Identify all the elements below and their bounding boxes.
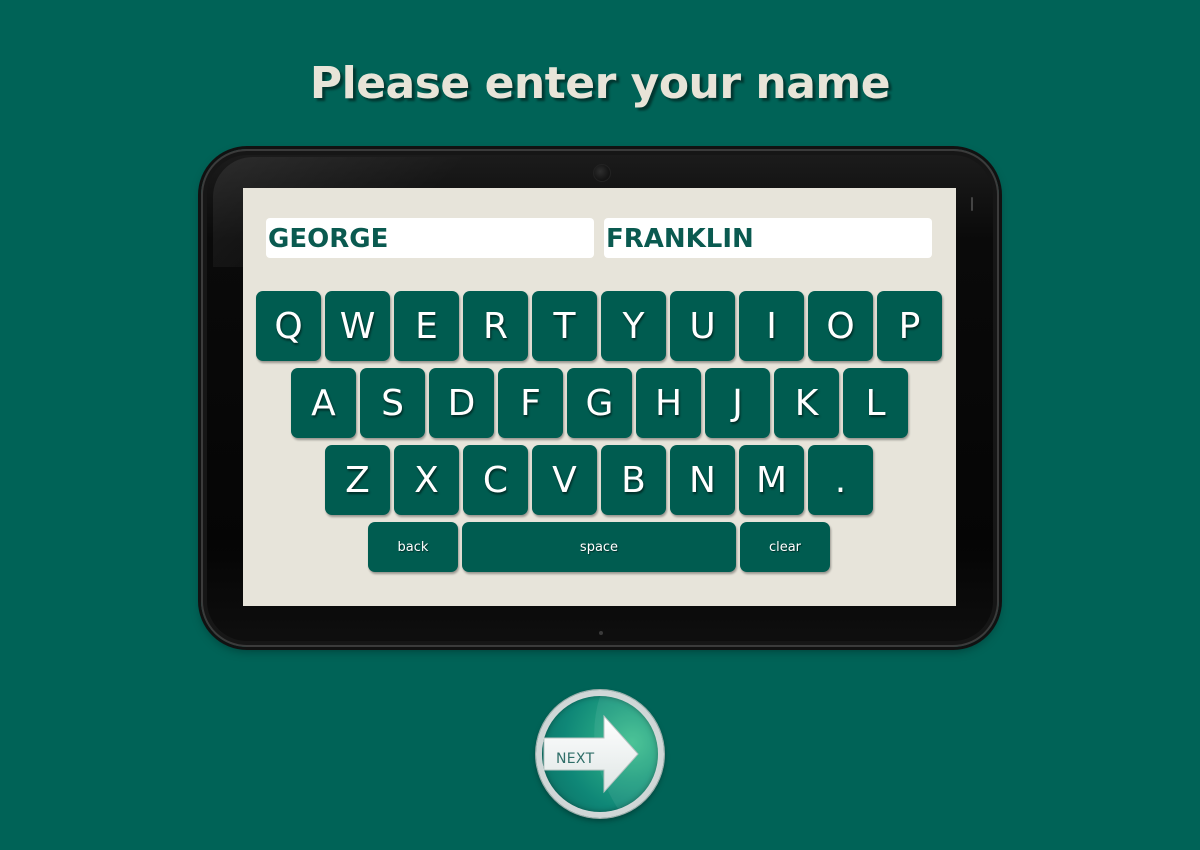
- key-w[interactable]: W: [325, 291, 390, 361]
- tablet-sensor-dot: [599, 631, 603, 635]
- key-a[interactable]: A: [291, 368, 356, 438]
- key-e[interactable]: E: [394, 291, 459, 361]
- key-p[interactable]: P: [877, 291, 942, 361]
- key-q[interactable]: Q: [256, 291, 321, 361]
- key-b[interactable]: B: [601, 445, 666, 515]
- key-n[interactable]: N: [670, 445, 735, 515]
- page-title: Please enter your name: [309, 58, 891, 109]
- key-x[interactable]: X: [394, 445, 459, 515]
- last-name-field[interactable]: [604, 218, 932, 258]
- key-y[interactable]: Y: [601, 291, 666, 361]
- key-t[interactable]: T: [532, 291, 597, 361]
- key-u[interactable]: U: [670, 291, 735, 361]
- next-label: NEXT: [556, 751, 595, 767]
- key-g[interactable]: G: [567, 368, 632, 438]
- key-f[interactable]: F: [498, 368, 563, 438]
- tablet-side-button: [971, 197, 973, 211]
- first-name-field[interactable]: [266, 218, 594, 258]
- key-s[interactable]: S: [360, 368, 425, 438]
- clear-button[interactable]: clear: [740, 522, 830, 572]
- key-v[interactable]: V: [532, 445, 597, 515]
- key-m[interactable]: M: [739, 445, 804, 515]
- tablet-screen: Q W E R T Y U I O P A S D F G H J K L Z …: [243, 188, 956, 606]
- key-h[interactable]: H: [636, 368, 701, 438]
- camera-icon: [593, 164, 611, 182]
- key-r[interactable]: R: [463, 291, 528, 361]
- key-j[interactable]: J: [705, 368, 770, 438]
- key-z[interactable]: Z: [325, 445, 390, 515]
- key-c[interactable]: C: [463, 445, 528, 515]
- key-period[interactable]: .: [808, 445, 873, 515]
- key-i[interactable]: I: [739, 291, 804, 361]
- key-o[interactable]: O: [808, 291, 873, 361]
- next-button[interactable]: NEXT: [536, 690, 664, 818]
- key-k[interactable]: K: [774, 368, 839, 438]
- space-button[interactable]: space: [462, 522, 736, 572]
- back-button[interactable]: back: [368, 522, 458, 572]
- key-l[interactable]: L: [843, 368, 908, 438]
- tablet-frame: Q W E R T Y U I O P A S D F G H J K L Z …: [201, 149, 999, 647]
- next-button-face: NEXT: [542, 696, 658, 812]
- key-d[interactable]: D: [429, 368, 494, 438]
